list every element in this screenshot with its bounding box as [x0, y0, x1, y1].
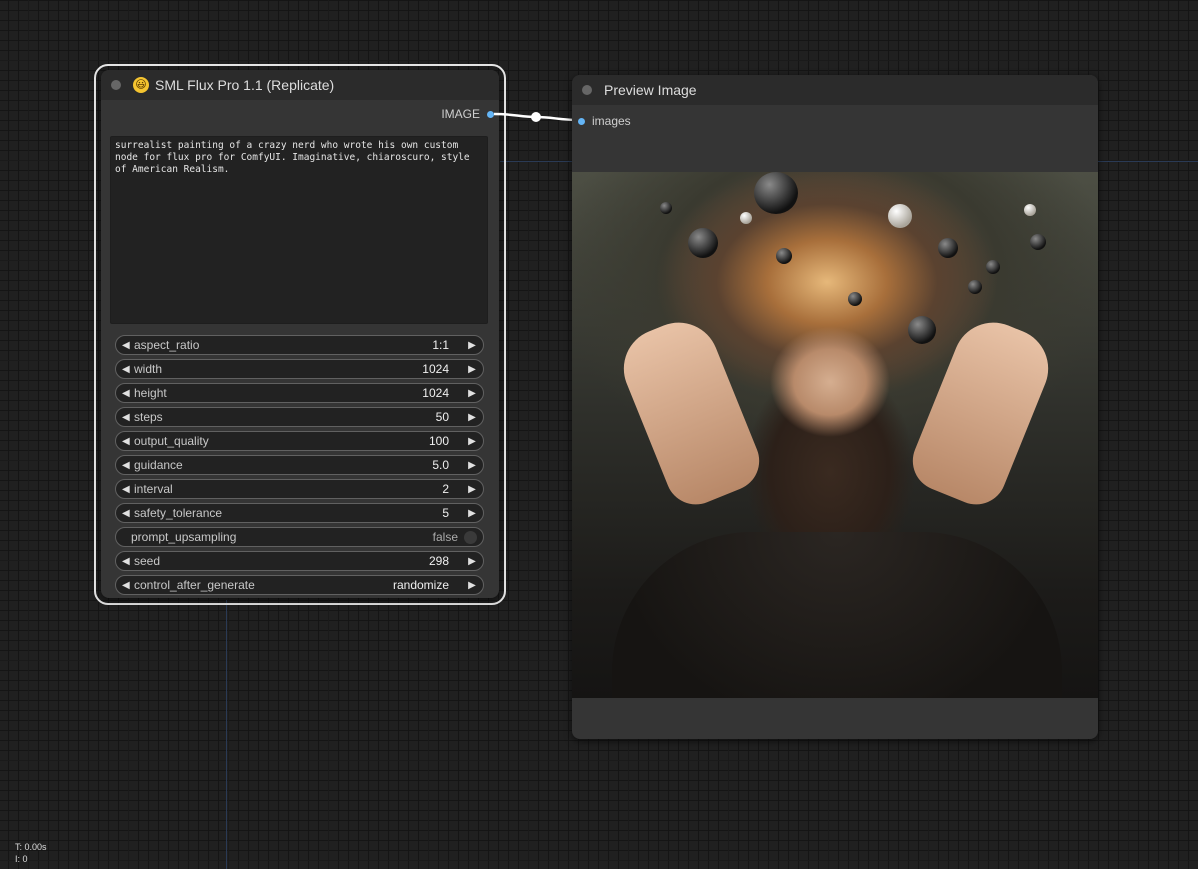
- increment-arrow-icon[interactable]: ▶: [461, 412, 483, 423]
- prompt-textarea[interactable]: surrealist painting of a crazy nerd who …: [110, 136, 488, 324]
- output-slot-dot-icon[interactable]: [487, 110, 494, 118]
- node-title-bar[interactable]: 😃 SML Flux Pro 1.1 (Replicate): [101, 70, 499, 100]
- increment-arrow-icon[interactable]: ▶: [461, 580, 483, 591]
- widget-value: 5.0: [432, 458, 449, 472]
- widget-output-quality[interactable]: ◀ output_quality 100 ▶: [115, 431, 484, 451]
- widget-value: 100: [428, 434, 449, 448]
- canvas-guide-vertical: [226, 600, 227, 869]
- decrement-arrow-icon[interactable]: ◀: [116, 388, 132, 399]
- node-title: SML Flux Pro 1.1 (Replicate): [155, 77, 335, 93]
- toggle-knob-icon[interactable]: [464, 530, 477, 544]
- link-midpoint-icon: [531, 112, 541, 122]
- input-slot-images[interactable]: images: [578, 114, 631, 128]
- widget-label: prompt_upsampling: [131, 530, 237, 544]
- render-items: I: 0: [15, 854, 28, 864]
- widget-steps[interactable]: ◀ steps 50 ▶: [115, 407, 484, 427]
- decrement-arrow-icon[interactable]: ◀: [116, 436, 132, 447]
- output-label: IMAGE: [441, 107, 480, 121]
- increment-arrow-icon[interactable]: ▶: [461, 556, 483, 567]
- collapse-dot-icon[interactable]: [582, 85, 592, 95]
- decrement-arrow-icon[interactable]: ◀: [116, 364, 132, 375]
- widget-value: 298: [428, 554, 449, 568]
- widget-value: 50: [435, 410, 449, 424]
- increment-arrow-icon[interactable]: ▶: [461, 484, 483, 495]
- decrement-arrow-icon[interactable]: ◀: [116, 460, 132, 471]
- widget-value: 1:1: [432, 338, 449, 352]
- decrement-arrow-icon[interactable]: ◀: [116, 484, 132, 495]
- widget-label: interval: [134, 482, 173, 496]
- widget-label: steps: [134, 410, 163, 424]
- smiley-icon: 😃: [133, 77, 149, 93]
- input-slot-dot-icon[interactable]: [578, 117, 585, 125]
- node-title: Preview Image: [604, 82, 697, 98]
- widget-list: ◀ aspect_ratio 1:1 ▶ ◀ width 1024 ▶ ◀ he…: [115, 335, 484, 599]
- increment-arrow-icon[interactable]: ▶: [461, 508, 483, 519]
- increment-arrow-icon[interactable]: ▶: [461, 436, 483, 447]
- widget-label: output_quality: [134, 434, 209, 448]
- widget-aspect-ratio[interactable]: ◀ aspect_ratio 1:1 ▶: [115, 335, 484, 355]
- widget-value: 1024: [422, 386, 449, 400]
- widget-value: randomize: [392, 578, 449, 592]
- decrement-arrow-icon[interactable]: ◀: [116, 340, 132, 351]
- increment-arrow-icon[interactable]: ▶: [461, 388, 483, 399]
- widget-prompt-upsampling-toggle[interactable]: prompt_upsampling false: [115, 527, 484, 547]
- render-stats: T: 0.00s I: 0: [15, 841, 47, 865]
- decrement-arrow-icon[interactable]: ◀: [116, 556, 132, 567]
- increment-arrow-icon[interactable]: ▶: [461, 460, 483, 471]
- widget-label: height: [134, 386, 167, 400]
- generated-image-preview[interactable]: [572, 172, 1098, 698]
- widget-label: guidance: [134, 458, 183, 472]
- widget-label: seed: [134, 554, 161, 568]
- widget-value: 5: [442, 506, 449, 520]
- decrement-arrow-icon[interactable]: ◀: [116, 412, 132, 423]
- collapse-dot-icon[interactable]: [111, 80, 121, 90]
- sml-flux-pro-node[interactable]: 😃 SML Flux Pro 1.1 (Replicate) IMAGE sur…: [101, 70, 499, 598]
- widget-height[interactable]: ◀ height 1024 ▶: [115, 383, 484, 403]
- decrement-arrow-icon[interactable]: ◀: [116, 508, 132, 519]
- increment-arrow-icon[interactable]: ▶: [461, 364, 483, 375]
- widget-value: 1024: [422, 362, 449, 376]
- decrement-arrow-icon[interactable]: ◀: [116, 580, 132, 591]
- increment-arrow-icon[interactable]: ▶: [461, 340, 483, 351]
- widget-safety-tolerance[interactable]: ◀ safety_tolerance 5 ▶: [115, 503, 484, 523]
- output-slot-image[interactable]: IMAGE: [441, 107, 494, 121]
- widget-label: safety_tolerance: [134, 506, 223, 520]
- widget-label: aspect_ratio: [134, 338, 200, 352]
- widget-interval[interactable]: ◀ interval 2 ▶: [115, 479, 484, 499]
- widget-guidance[interactable]: ◀ guidance 5.0 ▶: [115, 455, 484, 475]
- widget-label: control_after_generate: [134, 578, 255, 592]
- widget-value: false: [432, 530, 458, 544]
- widget-value: 2: [442, 482, 449, 496]
- widget-seed[interactable]: ◀ seed 298 ▶: [115, 551, 484, 571]
- widget-label: width: [134, 362, 163, 376]
- widget-width[interactable]: ◀ width 1024 ▶: [115, 359, 484, 379]
- figure-sweater: [612, 532, 1062, 698]
- widget-control-after-generate[interactable]: ◀ control_after_generate randomize ▶: [115, 575, 484, 595]
- node-title-bar[interactable]: Preview Image: [572, 75, 1098, 105]
- preview-image-node[interactable]: Preview Image images: [572, 75, 1098, 739]
- input-label: images: [592, 114, 631, 128]
- render-time: T: 0.00s: [15, 842, 47, 852]
